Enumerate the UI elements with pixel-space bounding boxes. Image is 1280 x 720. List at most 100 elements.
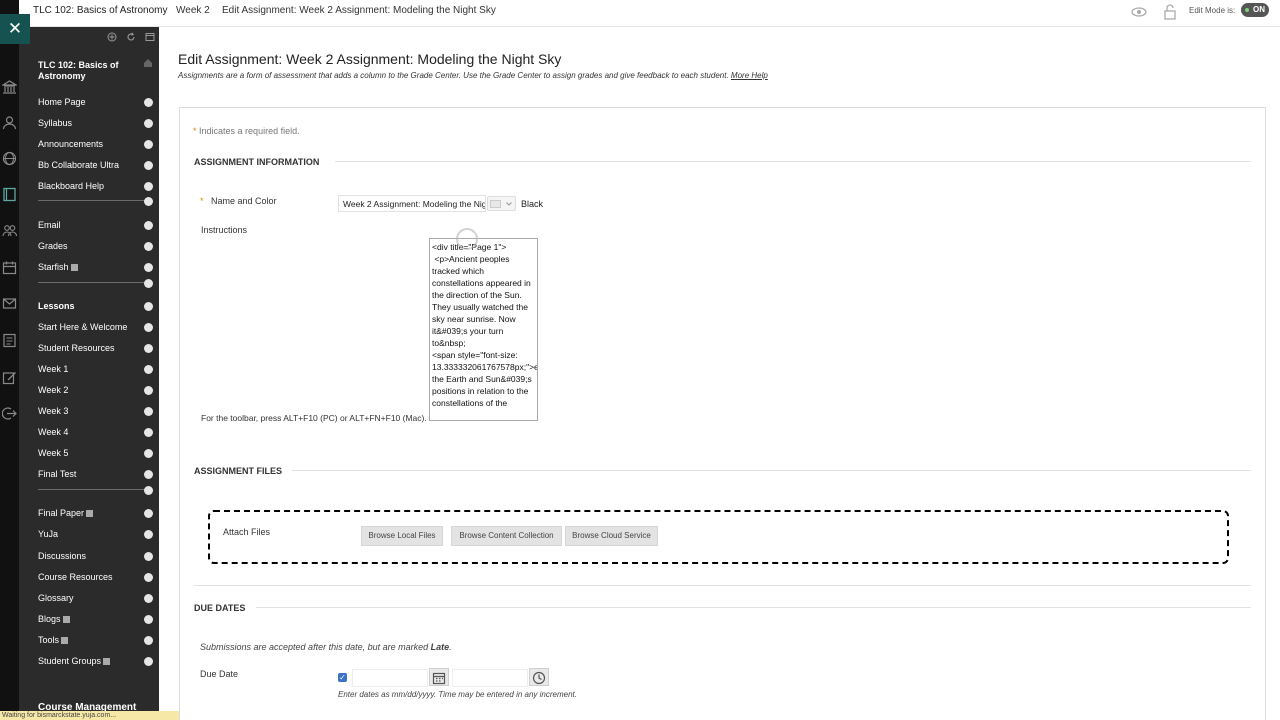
home-icon[interactable] xyxy=(143,58,153,71)
menu-item-label: Glossary xyxy=(38,593,74,603)
edit-mode-toggle[interactable]: ON xyxy=(1241,3,1269,17)
menu-item[interactable]: Student Resources xyxy=(38,343,115,353)
menu-item[interactable]: Week 2 xyxy=(38,385,68,395)
menu-item[interactable]: Email xyxy=(38,220,61,230)
institution-icon[interactable] xyxy=(0,80,19,95)
calendar-icon[interactable] xyxy=(429,668,449,686)
name-input[interactable]: Week 2 Assignment: Modeling the Night Sk… xyxy=(338,195,486,212)
color-swatch xyxy=(490,200,501,208)
menu-item-label: Bb Collaborate Ultra xyxy=(38,160,120,170)
menu-item[interactable]: Announcements xyxy=(38,139,103,149)
display-icon[interactable] xyxy=(145,32,155,45)
add-menu-item-icon[interactable] xyxy=(107,32,117,45)
menu-item[interactable]: Week 5 xyxy=(38,448,68,458)
menu-item-options-icon[interactable] xyxy=(144,161,153,170)
calendar-icon[interactable] xyxy=(2,260,17,275)
menu-item-options-icon[interactable] xyxy=(144,594,153,603)
menu-item[interactable]: Week 1 xyxy=(38,364,68,374)
due-dates-heading: DUE DATES xyxy=(194,603,246,613)
clock-icon[interactable] xyxy=(529,668,549,686)
menu-item-options-icon[interactable] xyxy=(144,636,153,645)
menu-item-options-icon[interactable] xyxy=(144,657,153,666)
menu-item-options-icon[interactable] xyxy=(144,530,153,539)
menu-item-label: Final Paper xyxy=(38,508,85,518)
groups-icon[interactable] xyxy=(2,223,18,238)
due-date-checkbox[interactable]: ✓ xyxy=(338,673,347,682)
menu-item[interactable]: Discussions xyxy=(38,551,86,561)
menu-item[interactable]: YuJa xyxy=(38,529,58,539)
menu-item-label: Starfish xyxy=(38,262,69,272)
menu-item-options-icon[interactable] xyxy=(144,573,153,582)
menu-item[interactable]: Glossary xyxy=(38,593,74,603)
profile-icon[interactable] xyxy=(2,115,17,130)
menu-item[interactable]: Final Paper xyxy=(38,508,94,518)
courses-icon[interactable] xyxy=(2,187,17,202)
menu-item[interactable]: Start Here & Welcome xyxy=(38,322,127,332)
lock-icon[interactable] xyxy=(1162,4,1178,20)
name-required-star: * xyxy=(200,196,204,206)
close-menu-button[interactable]: ✕ xyxy=(0,14,30,44)
menu-item-options-icon[interactable] xyxy=(144,263,153,272)
menu-item[interactable]: Week 4 xyxy=(38,427,68,437)
due-date-input[interactable] xyxy=(352,669,428,687)
menu-item-options-icon[interactable] xyxy=(144,344,153,353)
menu-item[interactable]: Starfish xyxy=(38,262,78,272)
menu-item[interactable]: Bb Collaborate Ultra xyxy=(38,160,119,170)
sign-out-icon[interactable] xyxy=(1,406,17,421)
menu-item-options-icon[interactable] xyxy=(144,407,153,416)
menu-item-options-icon[interactable] xyxy=(144,302,153,311)
breadcrumb-week[interactable]: Week 2 xyxy=(176,5,210,16)
menu-item[interactable]: Student Groups xyxy=(38,656,111,666)
menu-item[interactable]: Grades xyxy=(38,241,68,251)
breadcrumb-current: Edit Assignment: Week 2 Assignment: Mode… xyxy=(222,5,496,16)
external-link-icon xyxy=(70,264,78,271)
menu-item-options-icon[interactable] xyxy=(144,615,153,624)
menu-divider-options-icon[interactable] xyxy=(144,279,153,288)
menu-item-options-icon[interactable] xyxy=(144,140,153,149)
menu-item[interactable]: Week 3 xyxy=(38,406,68,416)
due-time-input[interactable] xyxy=(452,669,528,687)
menu-item-label: Week 4 xyxy=(38,427,69,437)
menu-item[interactable]: Blogs xyxy=(38,614,70,624)
globe-icon[interactable] xyxy=(2,151,17,166)
instructions-textarea[interactable]: <div title="Page 1"> <p>Ancient peoples … xyxy=(429,238,538,421)
menu-item[interactable]: Home Page xyxy=(38,97,86,107)
menu-item-options-icon[interactable] xyxy=(144,242,153,251)
edit-mode-value: ON xyxy=(1253,5,1265,14)
browse-cloud-service-button[interactable]: Browse Cloud Service xyxy=(565,526,658,546)
menu-item[interactable]: Final Test xyxy=(38,469,76,479)
messages-icon[interactable] xyxy=(2,296,17,311)
menu-course-title[interactable]: TLC 102: Basics of Astronomy xyxy=(38,60,133,82)
menu-item-options-icon[interactable] xyxy=(144,449,153,458)
tools-icon[interactable] xyxy=(2,370,17,385)
more-help-link[interactable]: More Help xyxy=(731,71,768,80)
menu-item-options-icon[interactable] xyxy=(144,386,153,395)
menu-item-options-icon[interactable] xyxy=(144,221,153,230)
assignment-info-heading: ASSIGNMENT INFORMATION xyxy=(194,157,320,167)
menu-item-options-icon[interactable] xyxy=(144,470,153,479)
menu-item-options-icon[interactable] xyxy=(144,182,153,191)
color-picker[interactable] xyxy=(487,196,516,211)
menu-divider-options-icon[interactable] xyxy=(144,197,153,206)
menu-item[interactable]: Syllabus xyxy=(38,118,72,128)
menu-item-options-icon[interactable] xyxy=(144,428,153,437)
menu-item[interactable]: Lessons xyxy=(38,301,75,311)
menu-item-options-icon[interactable] xyxy=(144,509,153,518)
menu-item[interactable]: Tools xyxy=(38,635,69,645)
browse-content-collection-button[interactable]: Browse Content Collection xyxy=(451,526,562,546)
global-nav-rail xyxy=(0,0,19,720)
menu-item-options-icon[interactable] xyxy=(144,552,153,561)
menu-item-options-icon[interactable] xyxy=(144,323,153,332)
refresh-icon[interactable] xyxy=(126,32,136,45)
menu-item[interactable]: Blackboard Help xyxy=(38,181,104,191)
menu-item-label: Start Here & Welcome xyxy=(38,322,128,332)
menu-divider-options-icon[interactable] xyxy=(144,486,153,495)
breadcrumb-course[interactable]: TLC 102: Basics of Astronomy xyxy=(33,5,168,16)
grades-icon[interactable] xyxy=(2,333,17,348)
menu-item-options-icon[interactable] xyxy=(144,119,153,128)
menu-item-options-icon[interactable] xyxy=(144,98,153,107)
menu-item[interactable]: Course Resources xyxy=(38,572,113,582)
menu-item-options-icon[interactable] xyxy=(144,365,153,374)
browse-local-files-button[interactable]: Browse Local Files xyxy=(361,526,443,546)
eye-icon[interactable] xyxy=(1131,4,1147,20)
